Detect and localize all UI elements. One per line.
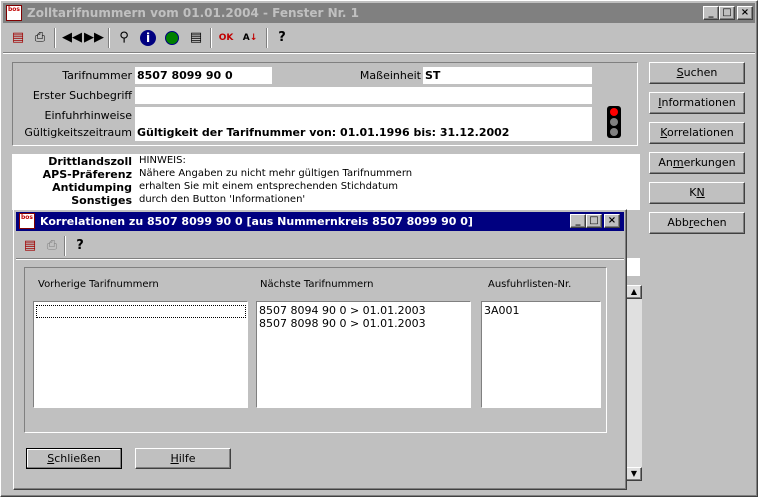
dialog-toolbar-divider [16,258,624,260]
masseinheit-field[interactable]: ST [423,67,592,84]
gueltigkeit-label: Gültigkeitszeitraum [24,126,132,139]
kn-button[interactable]: KN [649,182,745,204]
aps-praeferenz-label: APS-Präferenz [42,168,132,181]
abbrechen-button[interactable]: Abbrechen [649,212,745,234]
maximize-button[interactable]: □ [719,6,735,20]
comment-icon[interactable]: ▤ [186,28,206,48]
close-button[interactable]: × [737,6,753,20]
masseinheit-label: Maßeinheit [359,69,421,82]
col-header-ausfuhr: Ausfuhrlisten-Nr. [488,279,572,290]
scroll-down-arrow-icon[interactable]: ▼ [626,467,642,481]
hint-line: erhalten Sie mit einem entsprechenden St… [139,181,399,192]
drittlandszoll-label: Drittlandszoll [48,155,132,168]
erster-suchbegriff-label: Erster Suchbegriff [32,89,132,102]
traffic-light-yellow [610,118,618,126]
toolbar-separator [210,28,212,48]
minimize-button[interactable]: _ [703,6,719,20]
hint-line: durch den Button 'Informationen' [139,194,306,205]
antidumping-label: Antidumping [52,181,132,194]
dialog-app-icon: bos [19,213,35,229]
help-icon[interactable]: ? [272,28,292,48]
globe-icon[interactable] [162,28,182,48]
toolbar-separator [54,28,56,48]
app-icon: bos [6,5,22,21]
forward-icon[interactable]: ▶▶ [84,28,104,48]
traffic-light-icon [607,106,621,138]
dialog-close-button[interactable]: × [604,214,620,228]
gueltigkeit-field: Gültigkeit der Tarifnummer von: 01.01.19… [135,124,592,141]
anmerkungen-button[interactable]: Anmerkungen [649,152,745,174]
dialog-help-icon[interactable]: ? [70,236,90,256]
hint-line: HINWEIS: [139,155,186,166]
scroll-up-arrow-icon[interactable]: ▲ [626,285,642,299]
search-icon[interactable]: ⚲ [114,28,134,48]
dialog-toolbar-separator [64,236,66,256]
hint-line: Nähere Angaben zu nicht mehr gültigen Ta… [139,168,413,179]
print-icon[interactable]: ⎙ [30,28,50,48]
ok-check-icon[interactable]: OK [216,28,236,48]
toolbar-divider [3,52,755,54]
dialog-minimize-button[interactable]: _ [570,214,586,228]
main-scrollbar[interactable]: ▲ ▼ [626,285,642,481]
list-focus-row [36,305,246,318]
dialog-printer-out-icon[interactable]: ▤ [20,236,40,256]
traffic-light-red [610,108,618,116]
tarifnummer-label: Tarifnummer [62,69,132,82]
main-titlebar: bos Zolltarifnummern vom 01.01.2004 - Fe… [3,3,755,23]
vorherige-list[interactable] [33,301,248,408]
info-icon[interactable]: i [138,28,158,48]
einfuhrhinweise-field[interactable] [135,107,592,124]
erster-suchbegriff-field[interactable] [135,87,592,104]
list-item[interactable]: 3A001 [484,304,598,317]
toolbar-separator [108,28,110,48]
tarifnummer-field[interactable]: 8507 8099 90 0 [135,67,272,84]
main-lower-field [626,258,640,276]
dialog-maximize-button[interactable]: □ [586,214,602,228]
sonstiges-label: Sonstiges [71,194,132,207]
einfuhrhinweise-label: Einfuhrhinweise [44,109,132,122]
rewind-icon[interactable]: ◀◀ [62,28,82,48]
col-header-naechste: Nächste Tarifnummern [260,279,374,290]
dialog-titlebar: bos Korrelationen zu 8507 8099 90 0 [aus… [16,212,624,231]
sort-az-icon[interactable]: A↓ [240,28,260,48]
traffic-light-green [610,128,618,136]
ausfuhr-list[interactable]: 3A001 [481,301,601,408]
main-toolbar: ▤ ⎙ ◀◀ ▶▶ ⚲ i ▤ OK A↓ ? [4,28,754,50]
korrelationen-button[interactable]: Korrelationen [649,122,745,144]
list-item[interactable]: 8507 8098 90 0 > 01.01.2003 [259,317,468,330]
toolbar-separator [266,28,268,48]
schliessen-button[interactable]: Schließen [26,448,122,469]
informationen-button[interactable]: Informationen [649,92,745,114]
printer-out-icon[interactable]: ▤ [8,28,28,48]
col-header-vorherige: Vorherige Tarifnummern [38,279,159,290]
naechste-list[interactable]: 8507 8094 90 0 > 01.01.2003 8507 8098 90… [256,301,471,408]
dialog-print-icon[interactable]: ⎙ [42,236,62,256]
list-item[interactable]: 8507 8094 90 0 > 01.01.2003 [259,304,468,317]
main-window-title: Zolltarifnummern vom 01.01.2004 - Fenste… [27,6,359,20]
hilfe-button[interactable]: Hilfe [135,448,231,469]
dialog-title: Korrelationen zu 8507 8099 90 0 [aus Num… [40,215,473,228]
suchen-button[interactable]: Suchen [649,62,745,84]
